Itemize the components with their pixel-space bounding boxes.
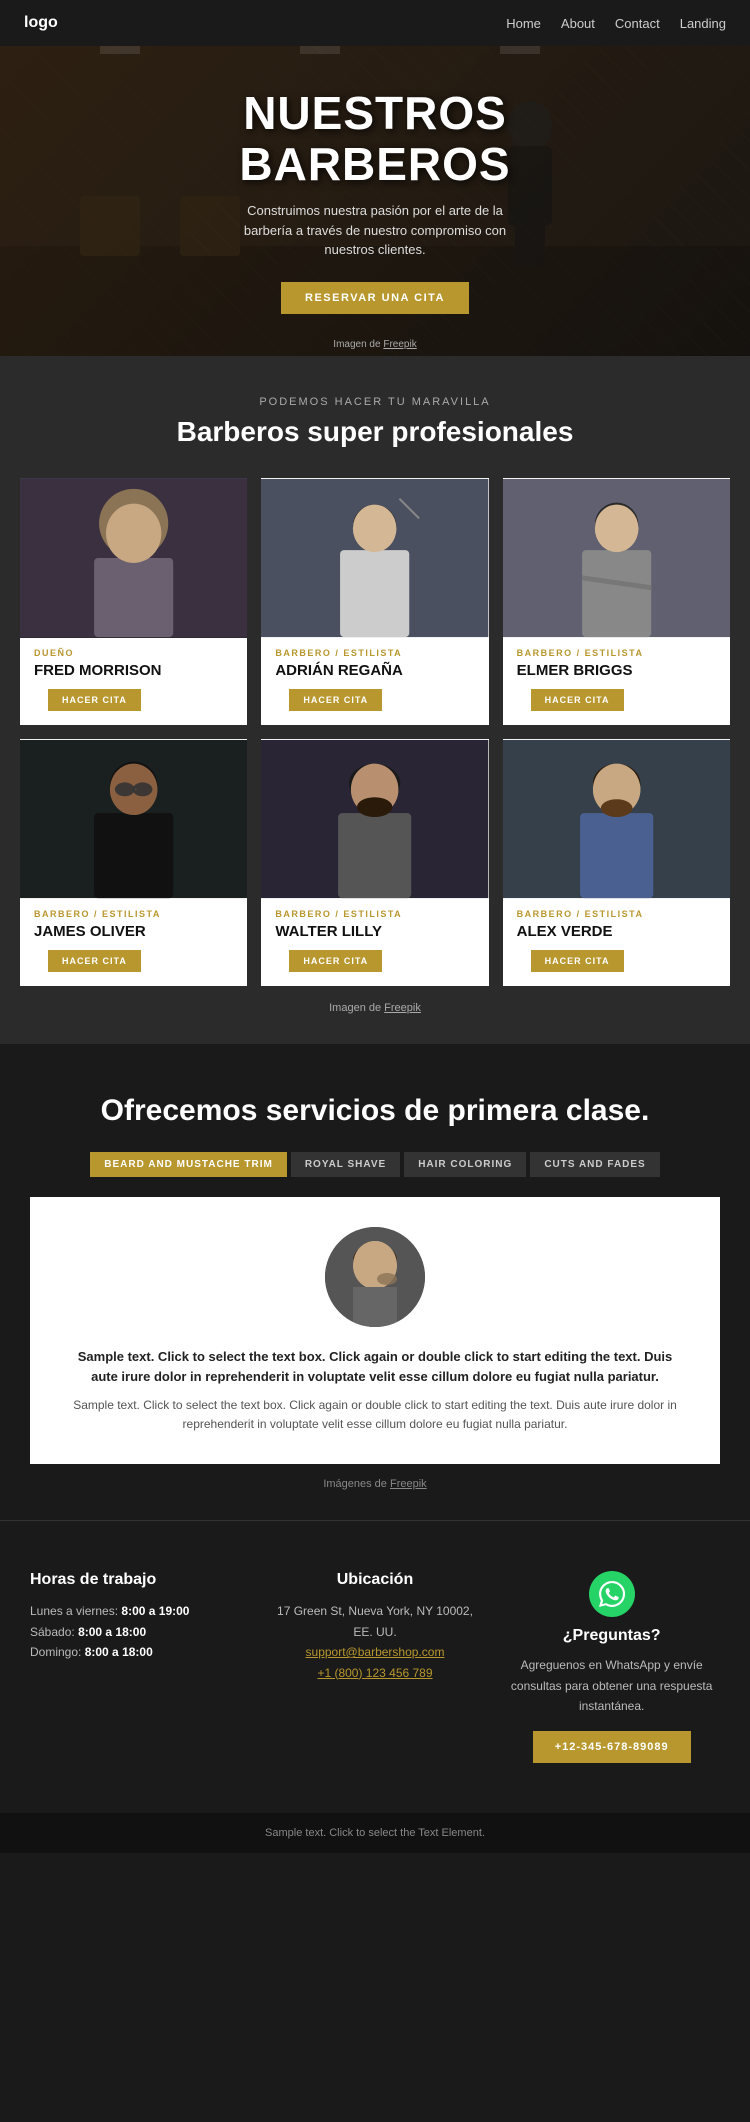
barber-cta-button[interactable]: HACER CITA	[289, 950, 382, 972]
footer-sun: Domingo: 8:00 a 18:00	[30, 1642, 247, 1662]
footer-hours: Horas de trabajo Lunes a viernes: 8:00 a…	[30, 1571, 247, 1762]
bottom-text: Sample text. Click to select the Text El…	[265, 1827, 485, 1839]
footer-contact: ¿Preguntas? Agreguenos en WhatsApp y env…	[503, 1571, 720, 1762]
footer-info: Horas de trabajo Lunes a viernes: 8:00 a…	[0, 1520, 750, 1812]
barber-photo	[261, 739, 488, 899]
barbers-label: PODEMOS HACER TU MARAVILLA	[20, 396, 730, 408]
barber-role: BARBERO / ESTILISTA	[517, 648, 716, 658]
barber-photo	[261, 478, 488, 638]
barber-role: BARBERO / ESTILISTA	[275, 648, 474, 658]
barbers-credit-link[interactable]: Freepik	[384, 1002, 421, 1014]
services-credit: Imágenes de Freepik	[20, 1478, 730, 1490]
tab-cuts-fades[interactable]: CUTS AND FADES	[530, 1152, 659, 1177]
barber-cta-button[interactable]: HACER CITA	[48, 950, 141, 972]
service-bold-text: Sample text. Click to select the text bo…	[70, 1347, 680, 1386]
barber-name: ELMER BRIGGS	[517, 662, 716, 679]
footer-mon-fri: Lunes a viernes: 8:00 a 19:00	[30, 1601, 247, 1621]
barbers-section: PODEMOS HACER TU MARAVILLA Barberos supe…	[0, 356, 750, 1044]
hero-content: NUESTROS BARBEROS Construimos nuestra pa…	[205, 68, 545, 334]
barber-card: BARBERO / ESTILISTA WALTER LILLY HACER C…	[261, 739, 488, 986]
bottom-bar: Sample text. Click to select the Text El…	[0, 1813, 750, 1853]
barber-cta-button[interactable]: HACER CITA	[48, 689, 141, 711]
footer-contact-title: ¿Preguntas?	[503, 1627, 720, 1645]
barber-name: ADRIÁN REGAÑA	[275, 662, 474, 679]
nav-about[interactable]: About	[561, 16, 595, 31]
services-title: Ofrecemos servicios de primera clase.	[20, 1094, 730, 1128]
footer-location: Ubicación 17 Green St, Nueva York, NY 10…	[267, 1571, 484, 1762]
footer-phone[interactable]: +1 (800) 123 456 789	[317, 1666, 432, 1680]
service-card: Sample text. Click to select the text bo…	[30, 1197, 720, 1464]
barber-photo	[503, 739, 730, 899]
barber-photo	[20, 478, 247, 638]
barber-cta-button[interactable]: HACER CITA	[289, 689, 382, 711]
footer-sat: Sábado: 8:00 a 18:00	[30, 1622, 247, 1642]
hero-section: NUESTROS BARBEROS Construimos nuestra pa…	[0, 46, 750, 356]
hero-subtitle: Construimos nuestra pasión por el arte d…	[225, 201, 525, 260]
barber-card: BARBERO / ESTILISTA ALEX VERDE HACER CIT…	[503, 739, 730, 986]
barber-role: BARBERO / ESTILISTA	[34, 909, 233, 919]
barbers-credit: Imagen de Freepik	[20, 1002, 730, 1024]
services-section: Ofrecemos servicios de primera clase. BE…	[0, 1044, 750, 1520]
barber-card: DUEÑO FRED MORRISON HACER CITA	[20, 478, 247, 725]
barber-cta-button[interactable]: HACER CITA	[531, 689, 624, 711]
nav-logo: logo	[24, 14, 58, 32]
barber-role: BARBERO / ESTILISTA	[275, 909, 474, 919]
hero-title: NUESTROS BARBEROS	[225, 88, 525, 189]
nav-contact[interactable]: Contact	[615, 16, 660, 31]
barber-grid: DUEÑO FRED MORRISON HACER CITA BARBERO	[20, 478, 730, 986]
barber-cta-button[interactable]: HACER CITA	[531, 950, 624, 972]
footer-hours-title: Horas de trabajo	[30, 1571, 247, 1589]
nav-links: Home About Contact Landing	[506, 16, 726, 31]
services-tabs: BEARD AND MUSTACHE TRIM ROYAL SHAVE HAIR…	[20, 1152, 730, 1177]
nav-home[interactable]: Home	[506, 16, 541, 31]
tab-royal-shave[interactable]: ROYAL SHAVE	[291, 1152, 400, 1177]
hero-credit: Imagen de Freepik	[333, 339, 416, 350]
barber-name: ALEX VERDE	[517, 923, 716, 940]
barber-role: BARBERO / ESTILISTA	[517, 909, 716, 919]
barber-card: BARBERO / ESTILISTA ELMER BRIGGS HACER C…	[503, 478, 730, 725]
hero-credit-link[interactable]: Freepik	[383, 339, 416, 350]
tab-beard-trim[interactable]: BEARD AND MUSTACHE TRIM	[90, 1152, 287, 1177]
barber-card: BARBERO / ESTILISTA ADRIÁN REGAÑA HACER …	[261, 478, 488, 725]
whatsapp-icon	[589, 1571, 635, 1617]
barbers-title: Barberos super profesionales	[20, 416, 730, 448]
barber-name: WALTER LILLY	[275, 923, 474, 940]
services-credit-link[interactable]: Freepik	[390, 1478, 427, 1490]
barber-photo	[503, 478, 730, 638]
footer-location-title: Ubicación	[267, 1571, 484, 1589]
whatsapp-button[interactable]: +12-345-678-89089	[533, 1731, 691, 1763]
service-text: Sample text. Click to select the text bo…	[70, 1396, 680, 1434]
barber-photo	[20, 739, 247, 899]
footer-contact-text: Agreguenos en WhatsApp y envíe consultas…	[503, 1655, 720, 1716]
navbar: logo Home About Contact Landing	[0, 0, 750, 46]
footer-address: 17 Green St, Nueva York, NY 10002, EE. U…	[267, 1601, 484, 1683]
tab-hair-coloring[interactable]: HAIR COLORING	[404, 1152, 526, 1177]
service-avatar	[325, 1227, 425, 1327]
footer-email[interactable]: support@barbershop.com	[306, 1645, 445, 1659]
barber-card: BARBERO / ESTILISTA JAMES OLIVER HACER C…	[20, 739, 247, 986]
nav-landing[interactable]: Landing	[680, 16, 726, 31]
barber-name: JAMES OLIVER	[34, 923, 233, 940]
barber-name: FRED MORRISON	[34, 662, 233, 679]
barber-role: DUEÑO	[34, 648, 233, 658]
hero-cta-button[interactable]: RESERVAR UNA CITA	[281, 282, 469, 314]
